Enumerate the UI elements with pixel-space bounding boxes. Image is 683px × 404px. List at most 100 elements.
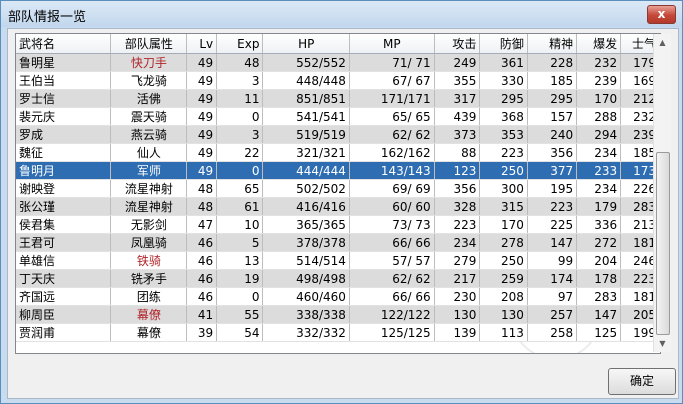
table-row[interactable]: 谢映登 流星神射 48 65 502/502 69/ 69 356 300 195 234 226: [16, 179, 660, 198]
table-row[interactable]: 王伯当 飞龙骑 49 3 448/448 67/ 67 355 330 185 239 169: [16, 71, 660, 90]
table-cell: 裴元庆: [16, 107, 112, 126]
unit-table[interactable]: 武将名 部队属性 Lv Exp HP MP 攻击 防御 精神 爆发 士气 鲁明星…: [15, 33, 661, 354]
table-cell: 330: [479, 71, 528, 90]
table-cell: 225: [527, 215, 578, 234]
table-cell: 315: [479, 197, 528, 216]
table-row[interactable]: 鲁明月 军师 49 0 444/444 143/143 123 250 377 233 173: [16, 161, 660, 180]
table-cell: 162/162: [349, 143, 435, 162]
table-cell: 439: [434, 107, 481, 126]
table-cell: 鲁明星: [16, 53, 112, 72]
table-row[interactable]: 裴元庆 震天骑 49 0 541/541 65/ 65 439 368 157 288 232: [16, 107, 660, 126]
table-cell: 355: [434, 71, 481, 90]
column-header[interactable]: Lv: [186, 34, 218, 54]
column-header[interactable]: 爆发: [576, 34, 622, 54]
table-cell: 321/321: [262, 143, 350, 162]
scroll-down-icon[interactable]: ▼: [654, 335, 671, 352]
table-cell: 113: [479, 323, 528, 342]
table-cell: 49: [186, 107, 218, 126]
table-cell: 67/ 67: [349, 71, 435, 90]
table-cell: 223: [527, 197, 578, 216]
table-row[interactable]: 贾润甫 幕僚 39 54 332/332 125/125 139 113 258 125 199: [16, 323, 660, 342]
table-cell: 185: [527, 71, 578, 90]
column-header[interactable]: Exp: [216, 34, 264, 54]
column-header[interactable]: HP: [262, 34, 350, 54]
header-row: 武将名 部队属性 Lv Exp HP MP 攻击 防御 精神 爆发 士气: [16, 34, 660, 54]
table-cell: 10: [216, 215, 264, 234]
table-cell: 齐国远: [16, 287, 112, 306]
table-cell: 罗士信: [16, 89, 112, 108]
column-header[interactable]: 武将名: [16, 34, 112, 54]
table-row[interactable]: 齐国远 团练 46 0 460/460 66/ 66 230 208 97 283 181: [16, 287, 660, 306]
table-cell: 13: [216, 251, 264, 270]
ok-button[interactable]: 确定: [608, 368, 676, 395]
table-cell: 328: [434, 197, 481, 216]
column-header[interactable]: 精神: [527, 34, 578, 54]
table-cell: 171/171: [349, 89, 435, 108]
table-cell: 罗成: [16, 125, 112, 144]
table-cell: 498/498: [262, 269, 350, 288]
table-cell: 97: [527, 287, 578, 306]
table-cell: 57/ 57: [349, 251, 435, 270]
column-header[interactable]: 部队属性: [110, 34, 188, 54]
table-cell: 295: [527, 89, 578, 108]
table-cell: 活佛: [110, 89, 188, 108]
table-cell: 46: [186, 251, 218, 270]
table-cell: 0: [216, 287, 264, 306]
table-cell: 373: [434, 125, 481, 144]
table-cell: 团练: [110, 287, 188, 306]
table-cell: 851/851: [262, 89, 350, 108]
table-cell: 130: [434, 305, 481, 324]
table-cell: 柳周臣: [16, 305, 112, 324]
table-cell: 279: [434, 251, 481, 270]
table-cell: 49: [186, 161, 218, 180]
table-cell: 39: [186, 323, 218, 342]
table-cell: 361: [479, 53, 528, 72]
table-cell: 332/332: [262, 323, 350, 342]
table-cell: 幕僚: [110, 323, 188, 342]
table-row[interactable]: 柳周臣 幕僚 41 55 338/338 122/122 130 130 257 147 205: [16, 305, 660, 324]
table-cell: 174: [527, 269, 578, 288]
table-row[interactable]: 单雄信 铁骑 46 13 514/514 57/ 57 279 250 99 204 246: [16, 251, 660, 270]
table-cell: 170: [479, 215, 528, 234]
table-cell: 丁天庆: [16, 269, 112, 288]
vertical-scrollbar[interactable]: ▲ ▼: [653, 34, 671, 352]
table-cell: 356: [527, 143, 578, 162]
table-cell: 99: [527, 251, 578, 270]
table-cell: 49: [186, 143, 218, 162]
table-row[interactable]: 张公瑾 流星神射 48 61 416/416 60/ 60 328 315 223 179 283: [16, 197, 660, 216]
column-header[interactable]: 攻击: [434, 34, 481, 54]
table-cell: 143/143: [349, 161, 435, 180]
table-cell: 侯君集: [16, 215, 112, 234]
table-cell: 519/519: [262, 125, 350, 144]
table-cell: 69/ 69: [349, 179, 435, 198]
close-button[interactable]: x: [647, 5, 676, 24]
dialog-body: 武将名 部队属性 Lv Exp HP MP 攻击 防御 精神 爆发 士气 鲁明星…: [7, 28, 679, 399]
table-cell: 283: [576, 287, 622, 306]
table-row[interactable]: 丁天庆 铣矛手 46 19 498/498 62/ 62 217 259 174 178 223: [16, 269, 660, 288]
scroll-up-icon[interactable]: ▲: [654, 34, 671, 51]
column-header[interactable]: 防御: [479, 34, 528, 54]
table-cell: 60/ 60: [349, 197, 435, 216]
table-cell: 179: [576, 197, 622, 216]
table-row[interactable]: 王君可 凤凰骑 46 5 378/378 66/ 66 234 278 147 272 181: [16, 233, 660, 252]
table-row[interactable]: 魏征 仙人 49 22 321/321 162/162 88 223 356 234 185: [16, 143, 660, 162]
table-cell: 3: [216, 71, 264, 90]
table-cell: 157: [527, 107, 578, 126]
table-cell: 3: [216, 125, 264, 144]
table-cell: 王君可: [16, 233, 112, 252]
table-cell: 19: [216, 269, 264, 288]
table-row[interactable]: 侯君集 无影剑 47 10 365/365 73/ 73 223 170 225 336 213: [16, 215, 660, 234]
table-cell: 234: [434, 233, 481, 252]
table-cell: 48: [216, 53, 264, 72]
table-row[interactable]: 罗成 燕云骑 49 3 519/519 62/ 62 373 353 240 294 239: [16, 125, 660, 144]
table-row[interactable]: 罗士信 活佛 49 11 851/851 171/171 317 295 295 170 212: [16, 89, 660, 108]
table-cell: 王伯当: [16, 71, 112, 90]
column-header[interactable]: MP: [349, 34, 435, 54]
dialog-window: 部队情报一览 x 武将名 部队属性 Lv Exp HP MP 攻击 防御 精神 …: [0, 0, 683, 404]
table-cell: 460/460: [262, 287, 350, 306]
table-cell: 49: [186, 53, 218, 72]
table-row[interactable]: 鲁明星 快刀手 49 48 552/552 71/ 71 249 361 228 232 179: [16, 53, 660, 72]
scroll-thumb[interactable]: [656, 152, 670, 335]
table-cell: 魏征: [16, 143, 112, 162]
table-cell: 130: [479, 305, 528, 324]
